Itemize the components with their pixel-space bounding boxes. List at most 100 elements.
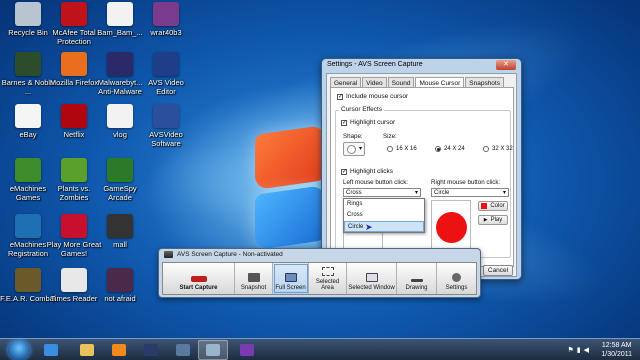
taskbar-item[interactable] xyxy=(104,340,134,360)
video-file-icon xyxy=(107,268,133,292)
snapshot-label: Snapshot xyxy=(240,285,267,291)
desktop-icon[interactable]: not afraid xyxy=(92,268,148,303)
gamespy-icon xyxy=(107,158,133,182)
highlight-clicks-label: Highlight clicks xyxy=(350,168,393,175)
chevron-down-icon: ▾ xyxy=(502,190,506,196)
avs-title: AVS Screen Capture - Non-activated xyxy=(177,251,283,258)
file-explorer-icon xyxy=(80,344,94,356)
size-16-radio[interactable]: 16 X 16 xyxy=(387,146,417,152)
dropdown-option-circle[interactable]: Circle xyxy=(344,221,424,232)
cancel-button[interactable]: Cancel xyxy=(483,265,513,276)
taskbar-item[interactable] xyxy=(168,340,198,360)
taskbar-item[interactable] xyxy=(72,340,102,360)
plants-zombies-icon xyxy=(61,158,87,182)
shape-label: Shape: xyxy=(343,133,363,140)
start-capture-label: Start Capture xyxy=(179,285,218,291)
barnes-noble-icon xyxy=(15,52,41,76)
left-click-select[interactable]: Cross ▾ xyxy=(343,188,421,197)
desktop-icon-label: mall xyxy=(113,240,127,249)
volume-icon[interactable]: ◀ xyxy=(584,347,592,354)
clock[interactable]: 12:58 AM 1/30/2011 xyxy=(601,341,632,359)
size-32-radio[interactable]: 32 X 32 xyxy=(483,146,513,152)
start-capture-button[interactable]: Start Capture xyxy=(163,263,235,294)
avs-capture-icon xyxy=(176,344,190,356)
right-click-value: Circle xyxy=(434,190,450,196)
size-24-radio[interactable]: 24 X 24 xyxy=(435,146,465,152)
cursor-effects-label: Cursor Effects xyxy=(339,106,385,113)
document-icon xyxy=(107,2,133,26)
play-icon: ▶ xyxy=(483,217,488,223)
drawing-button[interactable]: Drawing xyxy=(397,263,437,294)
desktop-icon[interactable]: mall xyxy=(92,214,148,249)
malwarebytes-icon xyxy=(107,52,133,76)
desktop-icon-label: GameSpy Arcade xyxy=(103,184,137,202)
chevron-down-icon: ▾ xyxy=(358,146,362,152)
play-button[interactable]: ▶ Play xyxy=(478,215,508,225)
desktop-icon-label: not afraid xyxy=(104,294,136,303)
games-icon xyxy=(15,158,41,182)
taskbar-item[interactable] xyxy=(136,340,166,360)
size-32-label: 32 X 32 xyxy=(492,146,513,152)
settings-title: Settings - AVS Screen Capture xyxy=(327,61,423,68)
right-click-preview xyxy=(431,200,471,255)
taskbar-item[interactable] xyxy=(36,340,66,360)
settings-button[interactable]: Settings xyxy=(437,263,476,294)
play-games-icon xyxy=(61,214,87,238)
camera-icon xyxy=(247,273,260,282)
pencil-icon xyxy=(410,279,423,282)
taskbar: ⚑▮◀ 12:58 AM 1/30/2011 xyxy=(0,338,640,360)
mcafee-icon xyxy=(61,2,87,26)
right-click-label: Right mouse button click: xyxy=(431,179,501,186)
drawing-label: Drawing xyxy=(405,285,428,291)
start-button[interactable] xyxy=(8,340,30,360)
desktop-icon[interactable]: GameSpy Arcade xyxy=(92,158,148,202)
record-icon xyxy=(190,276,207,282)
video-file-icon xyxy=(107,214,133,238)
color-button[interactable]: Color xyxy=(478,201,508,211)
taskbar-item[interactable] xyxy=(198,340,228,360)
highlight-cursor-checkbox[interactable]: ✓ Highlight cursor xyxy=(341,119,395,126)
avs-software-icon xyxy=(153,104,179,128)
desktop-icon-label: AVS Video Editor xyxy=(148,78,184,96)
times-reader-icon xyxy=(61,268,87,292)
flag-icon[interactable]: ⚑ xyxy=(567,347,576,354)
desktop-icon[interactable]: wrar40b3 xyxy=(138,2,194,37)
winrar-icon xyxy=(153,2,179,26)
checkmark-icon: ✓ xyxy=(337,93,344,100)
network-icon[interactable]: ▮ xyxy=(577,347,584,354)
internet-explorer-icon xyxy=(44,344,58,356)
clock-date: 1/30/2011 xyxy=(601,351,632,358)
color-button-label: Color xyxy=(490,203,505,209)
include-mouse-cursor-checkbox[interactable]: ✓ Include mouse cursor xyxy=(337,93,408,100)
include-mouse-cursor-label: Include mouse cursor xyxy=(346,93,409,100)
play-button-label: Play xyxy=(490,217,503,223)
dropdown-option-cross[interactable]: Cross xyxy=(344,210,424,221)
monitor-icon xyxy=(206,344,220,356)
dropdown-option-rings[interactable]: Rings xyxy=(344,199,424,210)
full-screen-button[interactable]: Full Screen xyxy=(273,263,309,294)
avs-capture-window: AVS Screen Capture - Non-activated Start… xyxy=(158,248,481,298)
circle-preview-icon xyxy=(436,212,467,243)
right-click-select[interactable]: Circle ▾ xyxy=(431,188,509,197)
desktop-icon[interactable]: AVSVideo Software xyxy=(138,104,194,148)
fear-combat-icon xyxy=(15,268,41,292)
radio-icon xyxy=(387,146,393,152)
highlight-clicks-checkbox[interactable]: ✓ Highlight clicks xyxy=(341,168,393,175)
avs-editor-icon xyxy=(144,344,158,356)
close-icon[interactable]: ✕ xyxy=(496,60,516,70)
snapshot-button[interactable]: Snapshot xyxy=(235,263,273,294)
netflix-icon xyxy=(61,104,87,128)
chevron-down-icon: ▾ xyxy=(414,190,418,196)
selected-window-button[interactable]: Selected Window xyxy=(347,263,397,294)
size-24-label: 24 X 24 xyxy=(444,146,465,152)
desktop-icon[interactable]: AVS Video Editor xyxy=(138,52,194,96)
checkmark-icon: ✓ xyxy=(341,168,348,175)
settings-label: Settings xyxy=(445,285,468,291)
selected-area-button[interactable]: Selected Area xyxy=(309,263,347,294)
full-screen-label: Full Screen xyxy=(275,285,306,291)
shape-picker[interactable]: ▾ xyxy=(343,142,365,156)
taskbar-item[interactable] xyxy=(232,340,262,360)
monitor-icon xyxy=(284,273,297,282)
desktop-icon-label: wrar40b3 xyxy=(150,28,182,37)
desktop-icon-label: AVSVideo Software xyxy=(149,130,183,148)
